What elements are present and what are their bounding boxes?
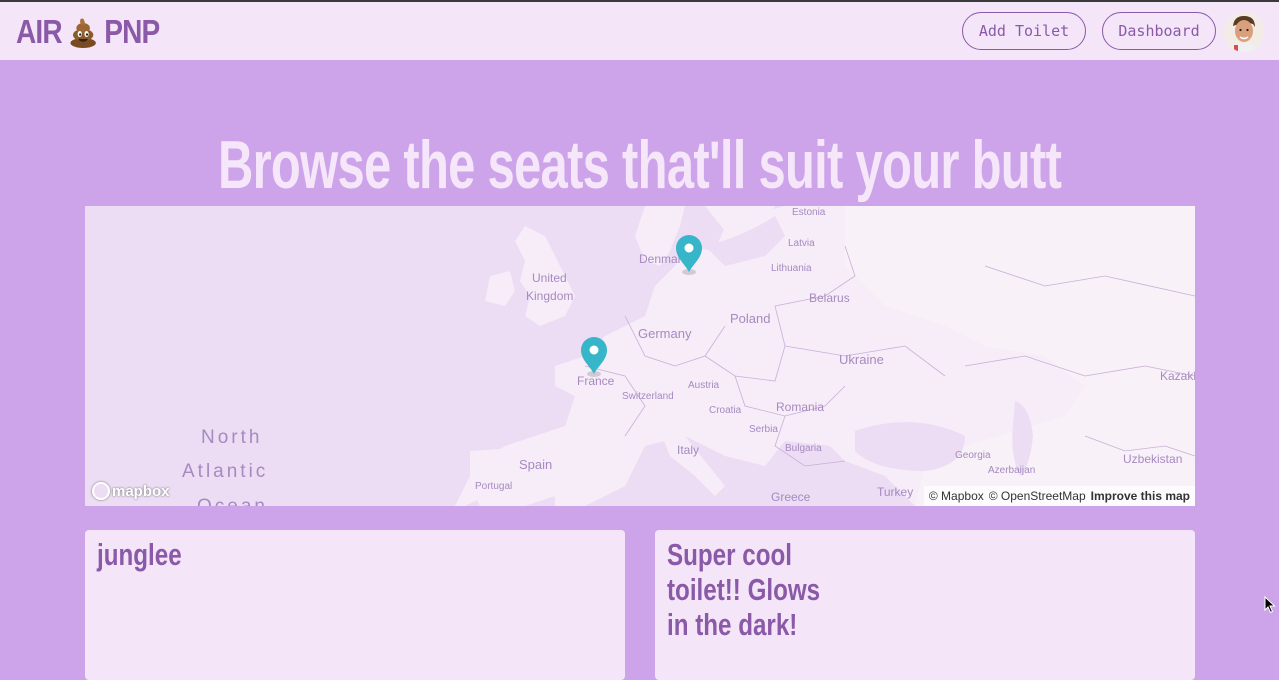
- logo-text-air: AIR: [16, 13, 63, 50]
- mapbox-logo-text: mapbox: [112, 482, 170, 500]
- map-label-germany: Germany: [638, 326, 692, 341]
- map-canvas[interactable]: Estonia Latvia Lithuania Denmark United …: [85, 206, 1195, 506]
- map-label-latvia: Latvia: [788, 238, 815, 249]
- attribution-mapbox-link[interactable]: © Mapbox: [929, 489, 984, 503]
- logo-text-pnp: PNP: [104, 13, 160, 50]
- map-label-kazakh: Kazakh: [1160, 369, 1195, 383]
- map-label-georgia: Georgia: [955, 450, 991, 461]
- app-logo[interactable]: AIR PNP: [16, 12, 160, 52]
- page-title: Browse the seats that'll suit your butt: [217, 126, 1062, 203]
- map-label-ukraine: Ukraine: [839, 352, 884, 367]
- map-label-spain: Spain: [519, 457, 552, 472]
- toilet-map[interactable]: Estonia Latvia Lithuania Denmark United …: [85, 206, 1195, 506]
- map-label-greece: Greece: [771, 490, 811, 504]
- map-label-azerbaijan: Azerbaijan: [988, 465, 1035, 476]
- listing-title: junglee: [97, 537, 182, 572]
- poop-icon: [69, 15, 98, 49]
- map-label-serbia: Serbia: [749, 424, 778, 435]
- map-label-croatia: Croatia: [709, 405, 742, 416]
- map-label-kingdom: Kingdom: [526, 289, 573, 303]
- listing-card[interactable]: Super cool toilet!! Glows in the dark!: [655, 530, 1195, 680]
- map-attribution: © Mapbox © OpenStreetMap Improve this ma…: [923, 486, 1195, 506]
- map-label-ocean: Ocean: [197, 496, 268, 506]
- map-label-turkey: Turkey: [877, 485, 913, 499]
- mapbox-icon: [92, 482, 110, 500]
- listing-card[interactable]: junglee: [85, 530, 625, 680]
- attribution-osm-link[interactable]: © OpenStreetMap: [989, 489, 1086, 503]
- mouse-cursor-icon: [1264, 596, 1276, 614]
- add-toilet-button[interactable]: Add Toilet: [962, 12, 1086, 50]
- map-label-estonia: Estonia: [792, 207, 826, 218]
- dashboard-button[interactable]: Dashboard: [1102, 12, 1216, 50]
- map-label-uzbekistan: Uzbekistan: [1123, 452, 1182, 466]
- map-label-north: North: [201, 427, 262, 448]
- listing-title: Super cool toilet!! Glows in the dark!: [667, 537, 821, 642]
- map-label-switzerland: Switzerland: [622, 391, 674, 402]
- improve-map-link[interactable]: Improve this map: [1091, 489, 1190, 503]
- mapbox-logo[interactable]: mapbox: [92, 482, 170, 500]
- map-label-poland: Poland: [730, 311, 770, 326]
- avatar[interactable]: [1224, 12, 1264, 52]
- map-label-belarus: Belarus: [809, 291, 850, 305]
- navbar: AIR PNP Add Toilet Dashboard: [0, 2, 1279, 60]
- map-label-portugal: Portugal: [475, 481, 512, 492]
- map-label-united: United: [532, 271, 567, 285]
- map-label-atlantic: Atlantic: [182, 461, 268, 482]
- map-label-austria: Austria: [688, 380, 720, 391]
- map-label-bulgaria: Bulgaria: [785, 443, 822, 454]
- map-label-italy: Italy: [677, 443, 699, 457]
- map-label-lithuania: Lithuania: [771, 263, 812, 274]
- map-label-romania: Romania: [776, 400, 824, 414]
